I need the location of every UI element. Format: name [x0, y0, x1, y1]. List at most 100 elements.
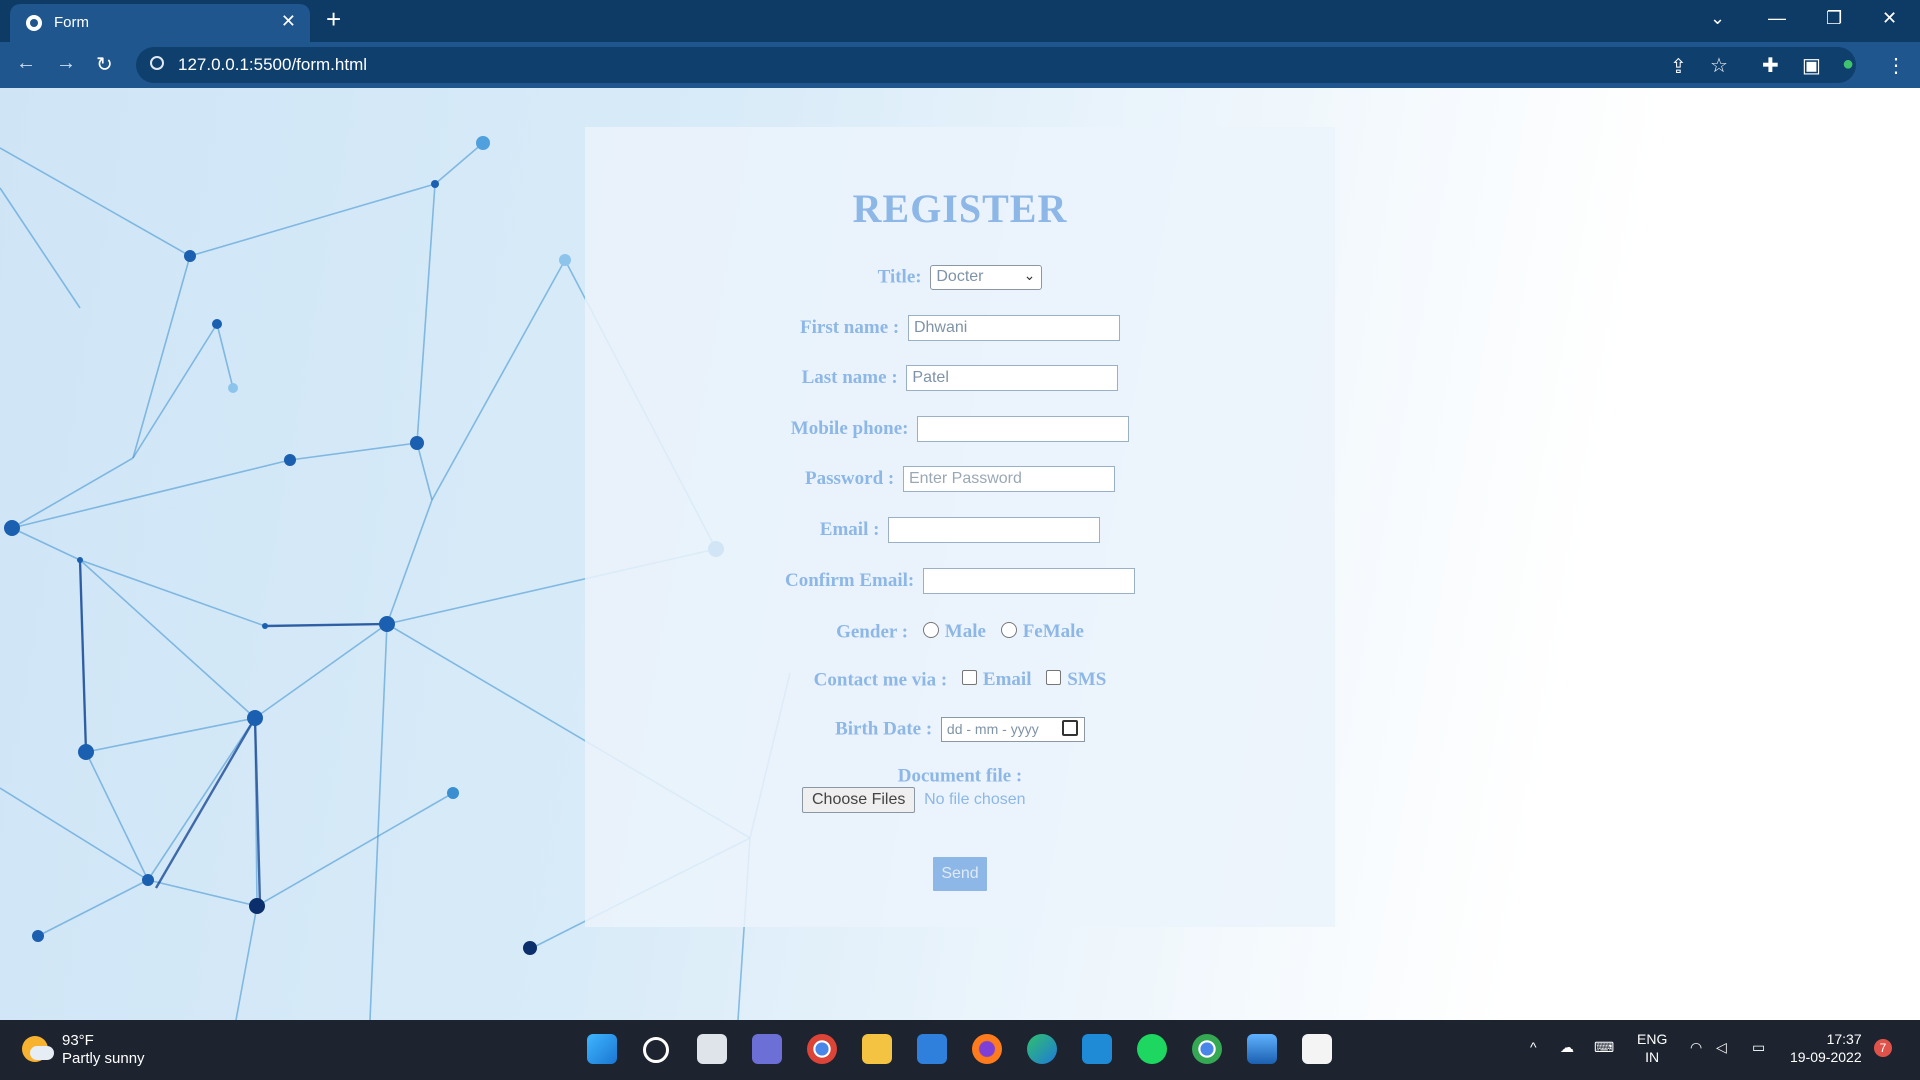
weather-text: Partly sunny: [62, 1050, 145, 1067]
gender-female-label: FeMale: [1022, 621, 1084, 642]
start-icon[interactable]: [587, 1034, 617, 1064]
extensions-icon[interactable]: ✚: [1762, 53, 1779, 78]
site-info-icon[interactable]: [150, 56, 164, 70]
birth-date-label: Birth Date :: [835, 718, 933, 740]
menu-kebab-icon[interactable]: ⋮: [1886, 53, 1906, 78]
tab-bar: Form ✕ + ⌄ — ❐ ✕: [0, 0, 1920, 42]
spotify-icon[interactable]: [1137, 1034, 1167, 1064]
mobile-row: Mobile phone:: [585, 416, 1335, 442]
keyboard-icon[interactable]: ⌨: [1594, 1038, 1614, 1056]
send-button[interactable]: Send: [933, 857, 987, 891]
reload-icon[interactable]: ↻: [96, 52, 113, 77]
gender-male-label: Male: [944, 621, 986, 642]
side-panel-icon[interactable]: ▣: [1802, 53, 1821, 78]
password-input[interactable]: Enter Password: [902, 466, 1115, 492]
title-select-value: Docter: [936, 268, 984, 285]
confirm-email-row: Confirm Email:: [585, 568, 1335, 594]
back-icon[interactable]: ←: [16, 52, 36, 75]
birth-date-placeholder: dd - mm - yyyy: [946, 721, 1039, 737]
mobile-input[interactable]: [917, 416, 1130, 442]
register-form: REGISTER Title: Docter ⌄ First name : Dh…: [585, 127, 1335, 927]
share-icon[interactable]: ⇪: [1670, 54, 1687, 79]
address-bar[interactable]: 127.0.0.1:5500/form.html ⇪ ☆: [136, 47, 1856, 83]
title-label: Title:: [877, 266, 922, 288]
language-indicator[interactable]: ENG IN: [1637, 1030, 1667, 1066]
teams-chat-icon[interactable]: [752, 1034, 782, 1064]
wifi-icon[interactable]: ◠: [1690, 1038, 1702, 1056]
chrome-icon[interactable]: [807, 1034, 837, 1064]
clock[interactable]: 17:37 19-09-2022: [1790, 1030, 1862, 1066]
photos-icon[interactable]: [1247, 1034, 1277, 1064]
first-name-label: First name :: [800, 317, 900, 338]
contact-label: Contact me via :: [813, 669, 948, 691]
store-icon[interactable]: [1302, 1034, 1332, 1064]
document-label: Document file :: [897, 765, 1023, 787]
first-name-row: First name : Dhwani: [585, 315, 1335, 341]
page-title: REGISTER: [852, 186, 1068, 231]
birth-date-row: Birth Date : dd - mm - yyyy: [585, 717, 1335, 742]
vscode-icon[interactable]: [1082, 1034, 1112, 1064]
title-select[interactable]: Docter ⌄: [930, 265, 1043, 290]
password-row: Password : Enter Password: [585, 466, 1335, 492]
gender-label: Gender :: [836, 621, 909, 643]
browser-tab[interactable]: Form ✕: [10, 4, 310, 42]
time: 17:37: [1826, 1031, 1862, 1047]
file-explorer-icon[interactable]: [862, 1034, 892, 1064]
restore-icon[interactable]: ❐: [1826, 8, 1842, 29]
volume-icon[interactable]: ◁: [1716, 1038, 1727, 1056]
mobile-label: Mobile phone:: [790, 418, 909, 439]
contact-sms-label: SMS: [1067, 669, 1107, 690]
document-file-row: Choose Files No file chosen: [802, 787, 1026, 813]
email-label: Email :: [819, 519, 880, 540]
no-file-text: No file chosen: [924, 791, 1026, 808]
temperature: 93°F: [62, 1032, 94, 1049]
last-name-label: Last name :: [801, 367, 898, 388]
search-icon[interactable]: [643, 1037, 669, 1063]
onedrive-icon[interactable]: ☁: [1560, 1038, 1574, 1056]
birth-date-input[interactable]: dd - mm - yyyy: [940, 717, 1085, 742]
mail-icon[interactable]: [917, 1034, 947, 1064]
url-text: 127.0.0.1:5500/form.html: [178, 55, 368, 74]
edge-icon[interactable]: [1027, 1034, 1057, 1064]
forward-icon[interactable]: →: [56, 52, 76, 75]
chevron-up-icon[interactable]: ^: [1530, 1038, 1537, 1056]
taskbar: 93°F Partly sunny ^ ☁ ⌨ ENG IN ◠ ◁ ▭ 17:…: [0, 1020, 1920, 1080]
notification-badge[interactable]: 7: [1874, 1039, 1892, 1057]
close-tab-icon[interactable]: ✕: [281, 12, 296, 30]
choose-files-button[interactable]: Choose Files: [802, 787, 916, 813]
browser-toolbar: ← → ↻ 127.0.0.1:5500/form.html ⇪ ☆ ✚ ▣ ●…: [0, 42, 1920, 88]
bookmark-star-icon[interactable]: ☆: [1710, 53, 1728, 78]
task-view-icon[interactable]: [697, 1034, 727, 1064]
confirm-email-input[interactable]: [923, 568, 1136, 594]
firefox-icon[interactable]: [972, 1034, 1002, 1064]
gender-row: Gender : Male FeMale: [585, 621, 1335, 644]
last-name-input[interactable]: Patel: [906, 365, 1119, 391]
date: 19-09-2022: [1790, 1049, 1862, 1065]
contact-sms-checkbox[interactable]: [1046, 670, 1062, 686]
confirm-email-label: Confirm Email:: [784, 570, 915, 591]
email-row: Email :: [585, 517, 1335, 543]
tab-title: Form: [54, 14, 89, 31]
gender-male-radio[interactable]: [922, 621, 939, 638]
document-label-row: Document file :: [585, 765, 1335, 788]
calendar-icon[interactable]: [1061, 720, 1078, 736]
chevron-down-icon: ⌄: [1023, 267, 1036, 283]
contact-row: Contact me via : Email SMS: [585, 669, 1335, 692]
password-label: Password :: [805, 468, 895, 489]
contact-email-checkbox[interactable]: [961, 670, 977, 686]
chrome-profile-icon[interactable]: [1192, 1034, 1222, 1064]
new-tab-button[interactable]: +: [326, 6, 341, 32]
last-name-row: Last name : Patel: [585, 365, 1335, 391]
close-window-icon[interactable]: ✕: [1882, 8, 1897, 29]
minimize-icon[interactable]: —: [1768, 8, 1786, 29]
tab-search-icon[interactable]: ⌄: [1710, 8, 1725, 29]
contact-email-label: Email: [982, 669, 1032, 690]
title-row: Title: Docter ⌄: [585, 265, 1335, 290]
first-name-input[interactable]: Dhwani: [907, 315, 1120, 341]
globe-icon: [26, 15, 42, 31]
cloud-icon: [30, 1046, 54, 1060]
email-input[interactable]: [888, 517, 1101, 543]
gender-female-radio[interactable]: [1000, 621, 1017, 638]
battery-icon[interactable]: ▭: [1752, 1038, 1765, 1056]
profile-avatar-icon[interactable]: ●: [1842, 53, 1854, 76]
